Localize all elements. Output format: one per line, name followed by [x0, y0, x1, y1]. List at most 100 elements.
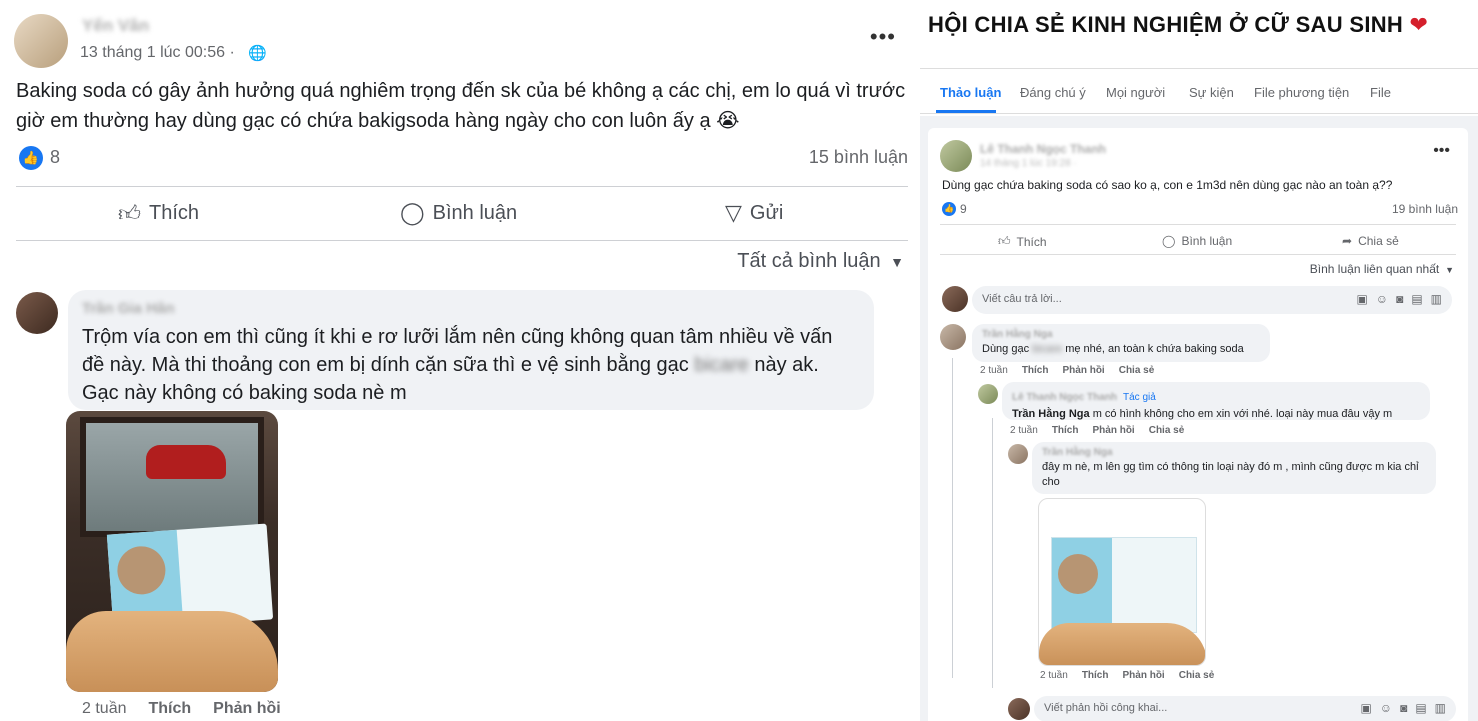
viewer-avatar: [942, 286, 968, 312]
commenter-header: Lê Thanh Ngọc Thanh Tác giả: [1012, 387, 1420, 405]
comment-text: đây m nè, m lên gg tìm có thông tin loại…: [1042, 461, 1419, 488]
like-button[interactable]: 👍︎ Thích: [118, 200, 199, 227]
camera-icon[interactable]: ◙: [1396, 292, 1403, 306]
comment-reply-link[interactable]: Phản hồi: [1122, 670, 1164, 681]
gif-icon[interactable]: ▤: [1411, 292, 1422, 306]
author-avatar[interactable]: [940, 140, 972, 172]
group-title-text: HỘI CHIA SẺ KINH NGHIỆM Ở CỮ SAU SINH: [928, 12, 1404, 37]
comment-share-link[interactable]: Chia sẻ: [1149, 425, 1185, 436]
comment-like-link[interactable]: Thích: [1022, 365, 1049, 376]
post-body: Baking soda có gây ảnh hưởng quá nghiêm …: [16, 80, 906, 132]
commenter-avatar[interactable]: [16, 292, 58, 334]
comment-meta: 2 tuần Thích Phản hồi Chia sẻ: [1040, 670, 1214, 681]
more-options-icon[interactable]: •••: [1433, 142, 1450, 160]
like-label: Thích: [149, 202, 200, 224]
share-label: Chia sẻ: [1358, 234, 1399, 248]
post-timestamp[interactable]: 13 tháng 1 lúc 00:56 ·: [80, 44, 235, 62]
comment-share-link[interactable]: Chia sẻ: [1119, 365, 1155, 376]
reaction-count[interactable]: 9: [960, 202, 967, 216]
comment-age[interactable]: 2 tuần: [1010, 425, 1038, 436]
comment-reply-link[interactable]: Phản hồi: [1092, 425, 1134, 436]
post-timestamp[interactable]: 14 tháng 1 lúc 19:28 ·: [980, 158, 1077, 169]
like-reaction-icon[interactable]: 👍: [19, 146, 43, 170]
caret-down-icon: ▼: [886, 254, 904, 270]
author-avatar[interactable]: [14, 14, 68, 68]
author-name[interactable]: Yến Vân: [82, 16, 149, 36]
tab-media[interactable]: File phương tiện: [1254, 85, 1349, 100]
comment-age[interactable]: 2 tuần: [980, 365, 1008, 376]
comment-button[interactable]: ◯ Bình luận: [1162, 234, 1232, 248]
blurred-brand: bicare: [694, 354, 749, 376]
composer-tools: ▣ ☺ ◙ ▤ ▥: [1360, 701, 1446, 715]
heart-icon: ❤: [1409, 12, 1429, 37]
sort-label: Bình luận liên quan nhất: [1309, 262, 1440, 276]
comment-reply-link[interactable]: Phản hồi: [1062, 365, 1104, 376]
comment-like-link[interactable]: Thích: [148, 700, 191, 718]
tab-events[interactable]: Sự kiện: [1189, 85, 1234, 100]
comment-share-link[interactable]: Chia sẻ: [1179, 670, 1215, 681]
commenter-name[interactable]: Lê Thanh Ngọc Thanh: [1012, 392, 1117, 403]
mention-link[interactable]: Trần Hằng Nga: [1012, 408, 1090, 420]
left-post-panel: Yến Vân 13 tháng 1 lúc 00:56 · 🌐 ••• Bak…: [0, 0, 918, 721]
comment-text-part: Dùng gạc: [982, 343, 1030, 355]
commenter-name[interactable]: Trần Hằng Nga: [1042, 447, 1426, 458]
comment-meta: 2 tuần Thích Phản hồi Chia sẻ: [980, 365, 1154, 376]
comment-sort-dropdown[interactable]: Tất cả bình luận ▼: [737, 250, 904, 273]
camera-icon[interactable]: ◙: [1400, 701, 1407, 715]
like-button[interactable]: 👍︎ Thích: [998, 234, 1047, 249]
author-name[interactable]: Lê Thanh Ngọc Thanh: [980, 142, 1106, 156]
tab-people[interactable]: Mọi người: [1106, 85, 1165, 100]
comment-like-link[interactable]: Thích: [1052, 425, 1079, 436]
public-reply-input[interactable]: Viết phản hồi công khai... ▣ ☺ ◙ ▤ ▥: [1034, 696, 1456, 721]
share-button[interactable]: ➦ Chia sẻ: [1342, 234, 1399, 248]
divider: [16, 186, 908, 187]
emoji-icon[interactable]: ☺: [1380, 701, 1392, 715]
comment-age[interactable]: 2 tuần: [1040, 670, 1068, 681]
hand-shape: [1039, 623, 1205, 665]
comment-like-link[interactable]: Thích: [1082, 670, 1109, 681]
comment-sort-dropdown[interactable]: Bình luận liên quan nhất ▼: [1310, 262, 1454, 276]
car-shape: [146, 445, 226, 479]
window-bg: [80, 417, 264, 537]
commenter-name[interactable]: Trần Gia Hân: [82, 300, 860, 317]
commenter-name[interactable]: Trần Hằng Nga: [982, 329, 1260, 340]
comment-text: Trần Hằng Nga m có hình không cho em xin…: [1012, 407, 1420, 422]
commenter-avatar[interactable]: [940, 324, 966, 350]
caret-down-icon: ▼: [1442, 265, 1454, 275]
more-options-icon[interactable]: •••: [870, 24, 896, 50]
sticker-icon[interactable]: ▣: [1356, 292, 1367, 306]
comment-bubble: Lê Thanh Ngọc Thanh Tác giả Trần Hằng Nga…: [1002, 382, 1430, 420]
post-body: Dùng gạc chứa baking soda có sao ko ạ, c…: [942, 178, 1393, 192]
tab-discussion[interactable]: Thảo luận: [940, 85, 1001, 100]
comment-meta: 2 tuần Thích Phản hồi: [82, 700, 281, 718]
tab-featured[interactable]: Đáng chú ý: [1020, 85, 1086, 100]
comment-count[interactable]: 19 bình luận: [1392, 202, 1458, 216]
bear-logo: [1058, 554, 1098, 594]
gif-icon[interactable]: ▤: [1415, 701, 1426, 715]
share-icon: ➦: [1342, 234, 1353, 248]
send-label: Gửi: [749, 201, 784, 224]
comment-photo[interactable]: [1038, 498, 1206, 666]
divider: [940, 224, 1456, 225]
reaction-count[interactable]: 8: [50, 147, 60, 168]
emoji-icon[interactable]: ☺: [1376, 292, 1388, 306]
commenter-avatar[interactable]: [978, 384, 998, 404]
comment-button[interactable]: ◯ Bình luận: [400, 200, 517, 226]
send-button[interactable]: ▽ Gửi: [725, 200, 783, 226]
sticker-alt-icon[interactable]: ▥: [1431, 292, 1442, 306]
reply-input[interactable]: Viết câu trả lời... ▣ ☺ ◙ ▤ ▥: [972, 286, 1452, 314]
comment-reply-link[interactable]: Phản hồi: [213, 700, 281, 718]
comment-text: Trộm vía con em thì cũng ít khi e rơ lưỡ…: [82, 323, 860, 407]
comment-count[interactable]: 15 bình luận: [809, 147, 908, 168]
commenter-avatar[interactable]: [1008, 444, 1028, 464]
sticker-alt-icon[interactable]: ▥: [1435, 701, 1446, 715]
divider: [940, 254, 1456, 255]
comment-photo[interactable]: [66, 411, 278, 692]
composer-tools: ▣ ☺ ◙ ▤ ▥: [1356, 292, 1442, 306]
sticker-icon[interactable]: ▣: [1360, 701, 1371, 715]
viewer-avatar: [1008, 698, 1030, 720]
hand-shape: [66, 611, 278, 692]
tab-files[interactable]: File: [1370, 85, 1391, 100]
like-reaction-icon[interactable]: 👍: [942, 202, 956, 216]
comment-age[interactable]: 2 tuần: [82, 700, 126, 718]
